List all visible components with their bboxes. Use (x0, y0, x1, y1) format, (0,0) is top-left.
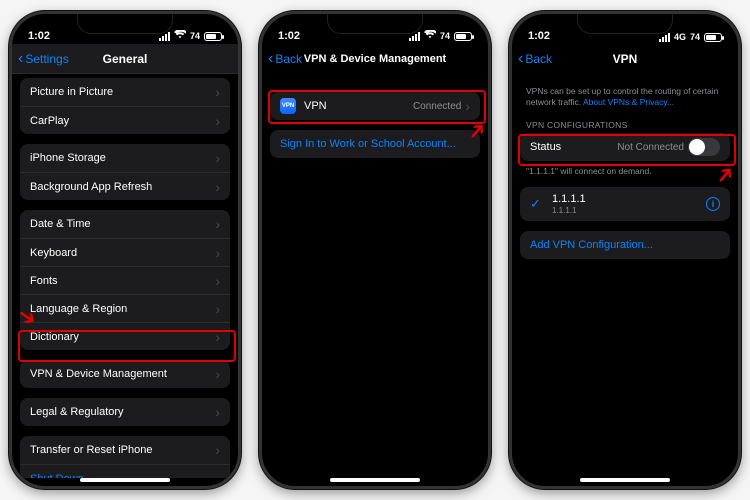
row-carplay[interactable]: CarPlay› (20, 106, 230, 134)
chevron-left-icon: ‹ (518, 51, 523, 67)
chevron-right-icon: › (215, 405, 220, 419)
info-icon[interactable]: i (706, 197, 720, 211)
content-vpndm: VPN VPN Connected › Sign In to Work or S… (262, 74, 488, 478)
cell-label: 4G (674, 32, 686, 42)
chevron-right-icon: › (215, 274, 220, 288)
header-vpn-configurations: VPN CONFIGURATIONS (526, 120, 724, 130)
nav-bar-vpn: ‹ Back VPN (512, 44, 738, 74)
chevron-right-icon: › (215, 443, 220, 457)
vpn-description: VPNs can be set up to control the routin… (526, 86, 724, 108)
row-background-app-refresh[interactable]: Background App Refresh› (20, 172, 230, 200)
notch (327, 14, 423, 34)
row-vpn-device-management[interactable]: VPN & Device Management› (20, 360, 230, 388)
row-vpn[interactable]: VPN VPN Connected › (270, 92, 480, 120)
notch (577, 14, 673, 34)
home-indicator (580, 478, 670, 482)
row-picture-in-picture[interactable]: Picture in Picture› (20, 78, 230, 106)
page-title: VPN & Device Management (304, 53, 446, 65)
row-iphone-storage[interactable]: iPhone Storage› (20, 144, 230, 172)
home-indicator (80, 478, 170, 482)
back-to-settings[interactable]: ‹ Settings (18, 51, 69, 67)
row-transfer-reset[interactable]: Transfer or Reset iPhone› (20, 436, 230, 464)
status-value: Not Connected (617, 142, 684, 153)
back-label: Settings (25, 52, 68, 66)
row-signin-work-school[interactable]: Sign In to Work or School Account... (270, 130, 480, 158)
row-config-1111[interactable]: ✓ 1.1.1.1 1.1.1.1 i (520, 187, 730, 221)
chevron-left-icon: ‹ (268, 51, 273, 67)
row-dictionary[interactable]: Dictionary› (20, 322, 230, 350)
phone-vpn: 1:02 4G 74 ‹ Back VPN VPNs can be set up… (509, 11, 741, 489)
clock: 1:02 (28, 30, 50, 42)
chevron-right-icon: › (215, 114, 220, 128)
clock: 1:02 (278, 30, 300, 42)
row-legal-regulatory[interactable]: Legal & Regulatory› (20, 398, 230, 426)
status-toggle[interactable] (688, 138, 720, 156)
row-date-time[interactable]: Date & Time› (20, 210, 230, 238)
chevron-right-icon: › (215, 367, 220, 381)
back-button[interactable]: ‹ Back (518, 51, 552, 67)
config-sub: 1.1.1.1 (552, 206, 706, 215)
row-status: Status Not Connected (520, 133, 730, 161)
content-vpn: VPNs can be set up to control the routin… (512, 74, 738, 478)
nav-bar-general: ‹ Settings General (12, 44, 238, 74)
wifi-icon (424, 30, 436, 42)
battery-pct: 74 (190, 31, 200, 41)
back-label: Back (275, 52, 302, 66)
row-shut-down[interactable]: Shut Down (20, 464, 230, 478)
battery-icon (704, 33, 722, 42)
wifi-icon (174, 30, 186, 42)
row-language-region[interactable]: Language & Region› (20, 294, 230, 322)
phone-general: 1:02 74 ‹ Settings General Picture in Pi… (9, 11, 241, 489)
chevron-right-icon: › (215, 85, 220, 99)
chevron-right-icon: › (215, 302, 220, 316)
content-general: Picture in Picture› CarPlay› iPhone Stor… (12, 74, 238, 478)
chevron-left-icon: ‹ (18, 51, 23, 67)
back-button[interactable]: ‹ Back (268, 51, 302, 67)
chevron-right-icon: › (215, 180, 220, 194)
row-add-vpn-config[interactable]: Add VPN Configuration... (520, 231, 730, 259)
vpn-status: Connected (413, 101, 461, 112)
page-title: VPN (613, 52, 638, 66)
battery-icon (454, 32, 472, 41)
back-label: Back (525, 52, 552, 66)
check-icon: ✓ (530, 196, 542, 212)
page-title: General (103, 52, 148, 66)
chevron-right-icon: › (215, 151, 220, 165)
home-indicator (330, 478, 420, 482)
vpn-icon: VPN (280, 98, 296, 114)
chevron-right-icon: › (215, 217, 220, 231)
phone-vpn-device-mgmt: 1:02 74 ‹ Back VPN & Device Management V… (259, 11, 491, 489)
about-vpns-link[interactable]: About VPNs & Privacy... (583, 97, 674, 107)
chevron-right-icon: › (465, 99, 470, 113)
nav-bar-vpndm: ‹ Back VPN & Device Management (262, 44, 488, 74)
chevron-right-icon: › (215, 330, 220, 344)
chevron-right-icon: › (215, 246, 220, 260)
battery-pct: 74 (440, 31, 450, 41)
ondemand-note: "1.1.1.1" will connect on demand. (526, 166, 724, 177)
battery-icon (204, 32, 222, 41)
clock: 1:02 (528, 30, 550, 42)
notch (77, 14, 173, 34)
row-keyboard[interactable]: Keyboard› (20, 238, 230, 266)
row-fonts[interactable]: Fonts› (20, 266, 230, 294)
battery-pct: 74 (690, 32, 700, 42)
